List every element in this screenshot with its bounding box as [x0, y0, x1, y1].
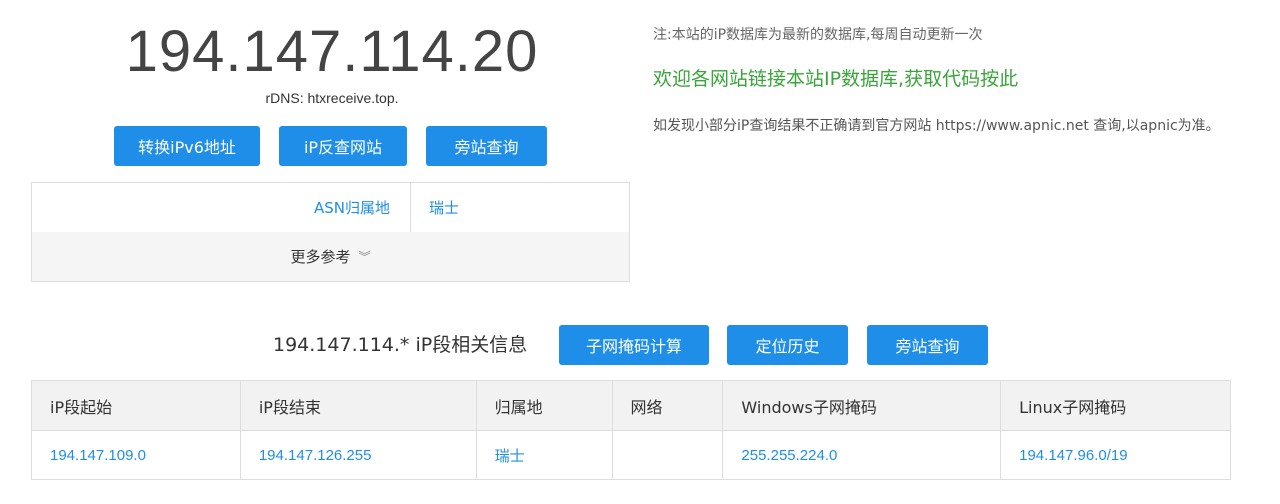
ip-segment-table: iP段起始 iP段结束 归属地 网络 Windows子网掩码 Linux子网掩码… [31, 380, 1231, 480]
cell-network [611, 430, 724, 480]
subnet-mask-calc-button[interactable]: 子网掩码计算 [559, 325, 709, 365]
cell-location[interactable]: 瑞士 [475, 430, 613, 480]
more-reference-toggle[interactable]: 更多参考 ︾ [32, 232, 629, 281]
asn-row: ASN归属地 瑞士 [32, 183, 629, 233]
segment-side-query-button[interactable]: 旁站查询 [867, 325, 988, 365]
col-header-network: 网络 [611, 380, 724, 431]
asn-value[interactable]: 瑞士 [429, 183, 459, 232]
segment-title: 194.147.114.* iP段相关信息 [273, 334, 528, 356]
location-history-button[interactable]: 定位历史 [727, 325, 848, 365]
col-header-start: iP段起始 [31, 380, 241, 431]
cell-linux-mask[interactable]: 194.147.96.0/19 [1000, 430, 1231, 480]
reverse-lookup-button[interactable]: iP反查网站 [279, 126, 407, 166]
database-update-note: 注:本站的iP数据库为最新的数据库,每周自动更新一次 [653, 27, 983, 43]
divider [410, 183, 411, 232]
cell-start[interactable]: 194.147.109.0 [31, 430, 241, 480]
double-chevron-down-icon: ︾ [358, 250, 371, 264]
asn-info-box: ASN归属地 瑞士 更多参考 ︾ [31, 182, 630, 282]
col-header-end: iP段结束 [239, 380, 477, 431]
side-site-query-button[interactable]: 旁站查询 [426, 126, 547, 166]
col-header-location: 归属地 [475, 380, 613, 431]
cell-end[interactable]: 194.147.126.255 [239, 430, 477, 480]
table-header-row: iP段起始 iP段结束 归属地 网络 Windows子网掩码 Linux子网掩码 [31, 380, 1231, 431]
more-reference-label: 更多参考 [290, 248, 351, 266]
cell-windows-mask[interactable]: 255.255.224.0 [722, 430, 1002, 480]
link-code-link[interactable]: 欢迎各网站链接本站IP数据库,获取代码按此 [653, 64, 1018, 91]
asn-label[interactable]: ASN归属地 [314, 183, 390, 232]
convert-ipv6-button[interactable]: 转换iPv6地址 [114, 126, 260, 166]
col-header-windows-mask: Windows子网掩码 [722, 380, 1002, 431]
rdns-text: rDNS: htxreceive.top. [265, 90, 399, 106]
apnic-info-text: 如发现小部分iP查询结果不正确请到官方网站 https://www.apnic.… [653, 118, 1220, 134]
col-header-linux-mask: Linux子网掩码 [1000, 380, 1231, 431]
table-row: 194.147.109.0 194.147.126.255 瑞士 255.255… [31, 430, 1231, 480]
ip-address: 194.147.114.20 [125, 19, 539, 84]
